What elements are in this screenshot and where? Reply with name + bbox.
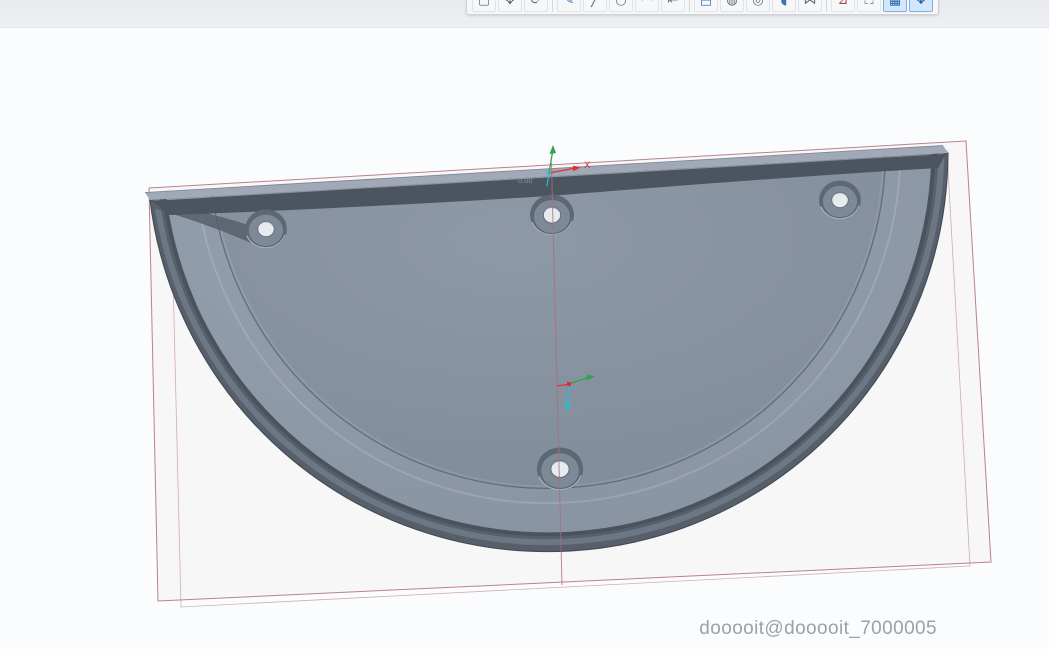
toolbar: ▢ ✥ ⟳ ✎ ╱ ○ ◠ ⇤ ⬒ ◍ ◎ ◖ ⋈ ⊿ ⛶ ▦ ❖ (466, 0, 939, 15)
circle-tool-icon[interactable]: ○ (609, 0, 633, 12)
dimension-tool-icon[interactable]: ⇤ (661, 0, 685, 12)
measure-tool-icon[interactable]: ⊿ (831, 0, 855, 12)
extrude-feature-icon[interactable]: ⬒ (694, 0, 718, 12)
3d-viewport[interactable]: X 0.00 (0, 0, 1049, 649)
select-tool-icon[interactable]: ▢ (472, 0, 496, 12)
mirror-feature-icon[interactable]: ⋈ (798, 0, 822, 12)
revolve-feature-icon[interactable]: ◍ (720, 0, 744, 12)
watermark: dooooit@dooooit_7000005 (699, 618, 937, 639)
zoom-fit-icon[interactable]: ⛶ (857, 0, 881, 12)
toolbar-divider (552, 0, 553, 12)
arc-tool-icon[interactable]: ◠ (635, 0, 659, 12)
counterbore-hole-bottom-center[interactable] (536, 446, 584, 492)
counterbore-hole-left[interactable] (244, 208, 288, 250)
toolbar-divider (826, 0, 827, 12)
sketch-tool-icon[interactable]: ✎ (557, 0, 581, 12)
origin-coordinate-label: 0.00 (518, 176, 533, 185)
toolbar-buttons: ▢ ✥ ⟳ ✎ ╱ ○ ◠ ⇤ ⬒ ◍ ◎ ◖ ⋈ ⊿ ⛶ ▦ ❖ (471, 0, 934, 12)
counterbore-hole-right[interactable] (818, 179, 862, 221)
fillet-feature-icon[interactable]: ◖ (772, 0, 796, 12)
axis-x-label: X (584, 160, 591, 171)
line-tool-icon[interactable]: ╱ (583, 0, 607, 12)
display-mode-toggle-icon[interactable]: ❖ (909, 0, 933, 12)
rotate-view-tool-icon[interactable]: ⟳ (524, 0, 548, 12)
toolbar-divider (689, 0, 690, 12)
view-style-toggle-icon[interactable]: ▦ (883, 0, 907, 12)
hole-feature-icon[interactable]: ◎ (746, 0, 770, 12)
pan-tool-icon[interactable]: ✥ (498, 0, 522, 12)
